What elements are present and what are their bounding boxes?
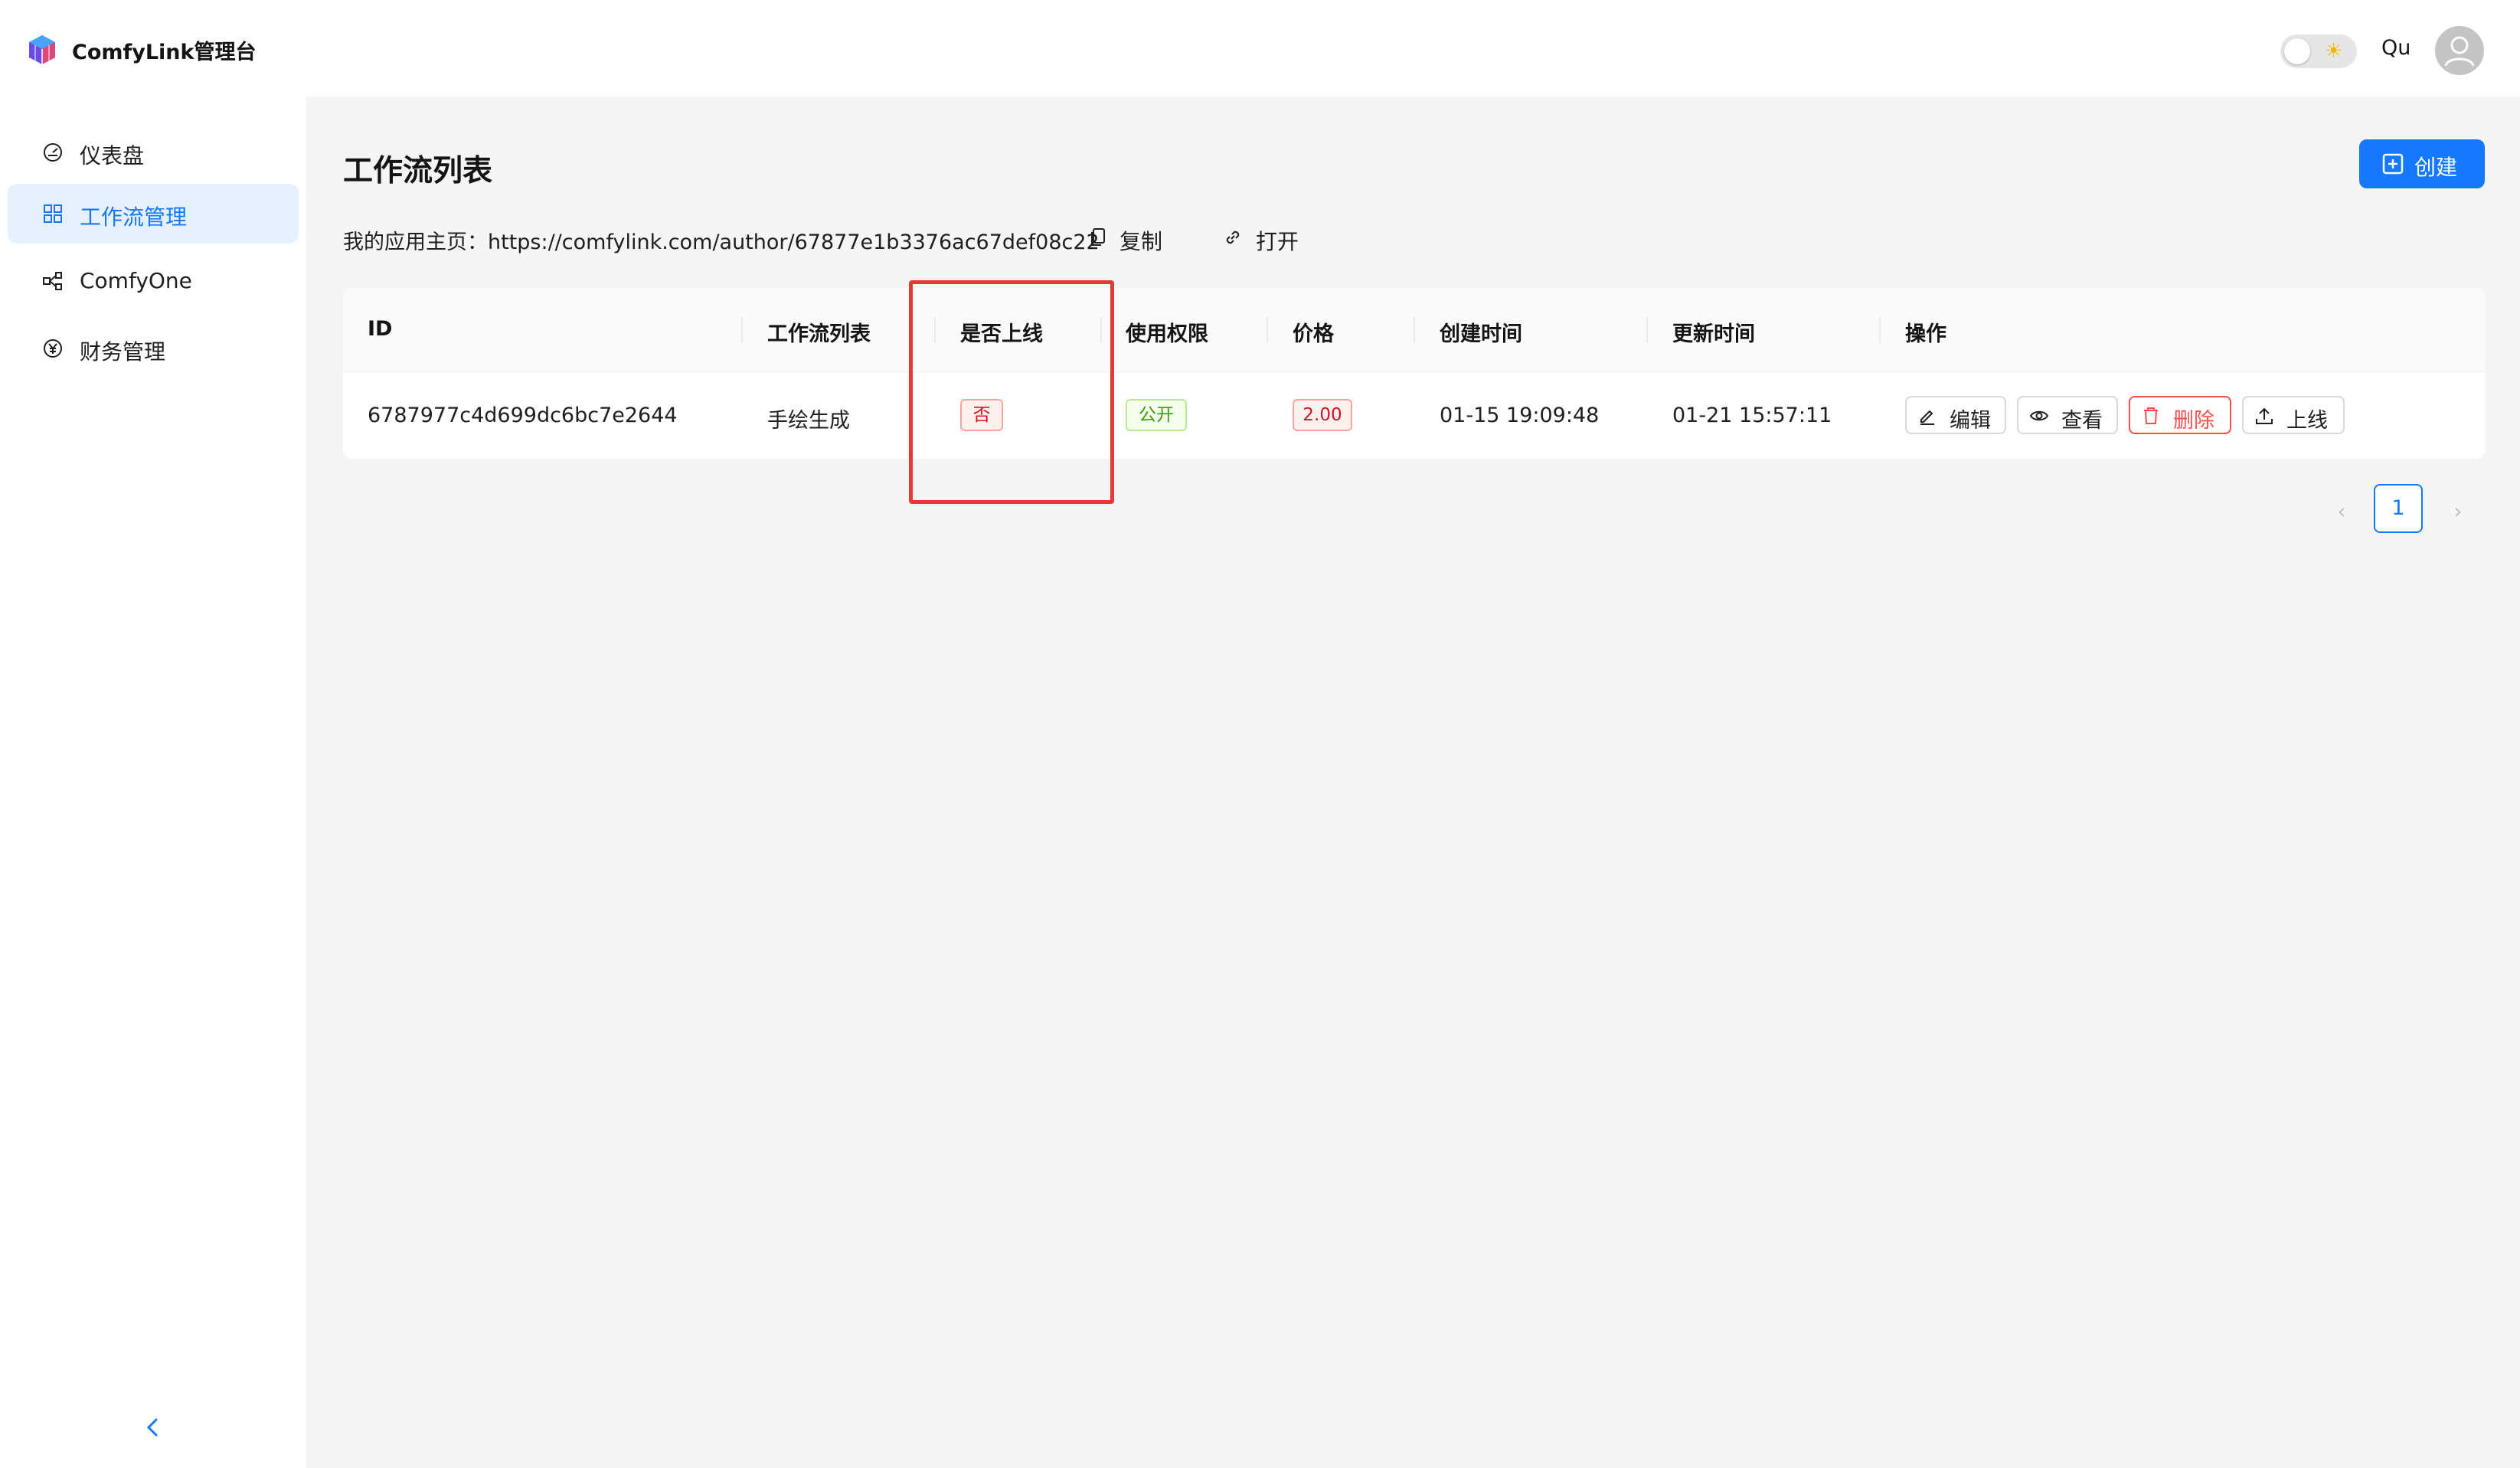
create-button[interactable]: 创建	[2359, 139, 2485, 188]
grid-icon	[44, 204, 62, 223]
column-header-name: 工作流列表	[767, 322, 871, 346]
open-button[interactable]: 打开	[1222, 222, 1314, 254]
column-header-actions: 操作	[1905, 322, 1946, 346]
avatar[interactable]	[2435, 26, 2484, 75]
trash-icon	[2144, 407, 2158, 424]
plus-square-icon	[2382, 153, 2404, 175]
cell-created-time: 01-15 19:09:48	[1440, 404, 1600, 427]
view-button[interactable]: 查看	[2017, 396, 2118, 434]
nodes-icon	[43, 272, 62, 290]
permission-badge: 公开	[1126, 399, 1187, 431]
sidebar-item-workflow[interactable]: 工作流管理	[8, 184, 299, 244]
prev-page-button[interactable]: ‹	[2328, 498, 2355, 525]
column-header-price: 价格	[1293, 322, 1334, 346]
price-badge: 2.00	[1293, 399, 1352, 431]
column-divider	[1267, 317, 1268, 343]
copy-label: 复制	[1119, 229, 1163, 254]
link-icon	[1226, 230, 1240, 244]
page-number-button[interactable]: 1	[2374, 484, 2423, 533]
home-url-prefix: 我的应用主页：	[343, 230, 488, 254]
page-title: 工作流列表	[343, 154, 493, 188]
column-header-online: 是否上线	[960, 322, 1043, 346]
sidebar-item-comfyone[interactable]: ComfyOne	[8, 251, 299, 311]
table-header: ID 工作流列表 是否上线 使用权限 价格 创建时间 更新时间 操作	[343, 288, 2485, 372]
edit-label: 编辑	[1950, 409, 1991, 433]
user-icon	[2444, 36, 2475, 67]
copy-button[interactable]: 复制	[1087, 222, 1179, 254]
home-url-row: 我的应用主页：https://comfylink.com/author/6787…	[343, 225, 1100, 255]
table-row: 6787977c4d699dc6bc7e2644 手绘生成 否 公开 2.00 …	[343, 373, 2485, 459]
edit-icon	[1920, 410, 1934, 425]
copy-icon	[1091, 228, 1105, 246]
sidebar-item-dashboard[interactable]: 仪表盘	[8, 123, 299, 182]
view-label: 查看	[2061, 409, 2103, 433]
online-status-badge: 否	[960, 399, 1003, 431]
sidebar-item-label: ComfyOne	[80, 268, 192, 293]
column-divider	[741, 317, 743, 343]
sidebar-item-label: 仪表盘	[80, 143, 145, 168]
top-header: ComfyLink管理台 ☀ Qu	[0, 0, 2520, 96]
column-header-permission: 使用权限	[1126, 322, 1208, 346]
open-label: 打开	[1256, 229, 1299, 254]
cell-updated-time: 01-21 15:57:11	[1672, 404, 1832, 427]
column-divider	[1100, 317, 1102, 343]
next-page-button[interactable]: ›	[2444, 498, 2472, 525]
column-divider	[934, 317, 936, 343]
sidebar-item-label: 工作流管理	[80, 204, 188, 230]
yen-icon	[44, 339, 62, 358]
delete-button[interactable]: 删除	[2129, 396, 2231, 434]
sidebar: 仪表盘 工作流管理 ComfyOne 财务管理	[0, 96, 306, 1468]
edit-button[interactable]: 编辑	[1905, 396, 2006, 434]
sun-icon: ☀	[2325, 40, 2343, 63]
app-title: ComfyLink管理台	[72, 41, 257, 64]
comfylink-logo-icon[interactable]	[26, 34, 58, 66]
dashboard-icon	[44, 143, 62, 162]
main-content: 工作流列表 创建 我的应用主页：https://comfylink.com/au…	[306, 96, 2520, 1468]
delete-label: 删除	[2173, 409, 2214, 433]
theme-toggle[interactable]: ☀	[2280, 34, 2357, 68]
column-divider	[1414, 317, 1415, 343]
create-label: 创建	[2414, 155, 2458, 180]
workflow-table: ID 工作流列表 是否上线 使用权限 价格 创建时间 更新时间 操作 67879…	[343, 288, 2485, 459]
cell-id: 6787977c4d699dc6bc7e2644	[368, 404, 678, 427]
column-header-updated: 更新时间	[1672, 322, 1755, 346]
eye-icon	[2029, 410, 2049, 421]
column-divider	[1879, 317, 1881, 343]
upload-icon	[2256, 407, 2273, 424]
publish-button[interactable]: 上线	[2242, 396, 2345, 434]
sidebar-item-finance[interactable]: 财务管理	[8, 319, 299, 378]
user-name[interactable]: Qu	[2381, 36, 2411, 60]
column-header-created: 创建时间	[1440, 322, 1522, 346]
column-header-id: ID	[368, 317, 393, 341]
toggle-knob	[2284, 38, 2310, 64]
column-divider	[1646, 317, 1648, 343]
publish-label: 上线	[2286, 409, 2328, 433]
collapse-sidebar-button[interactable]	[138, 1412, 168, 1443]
sidebar-item-label: 财务管理	[80, 339, 166, 365]
home-url: https://comfylink.com/author/67877e1b337…	[488, 230, 1100, 254]
cell-name: 手绘生成	[767, 409, 850, 433]
